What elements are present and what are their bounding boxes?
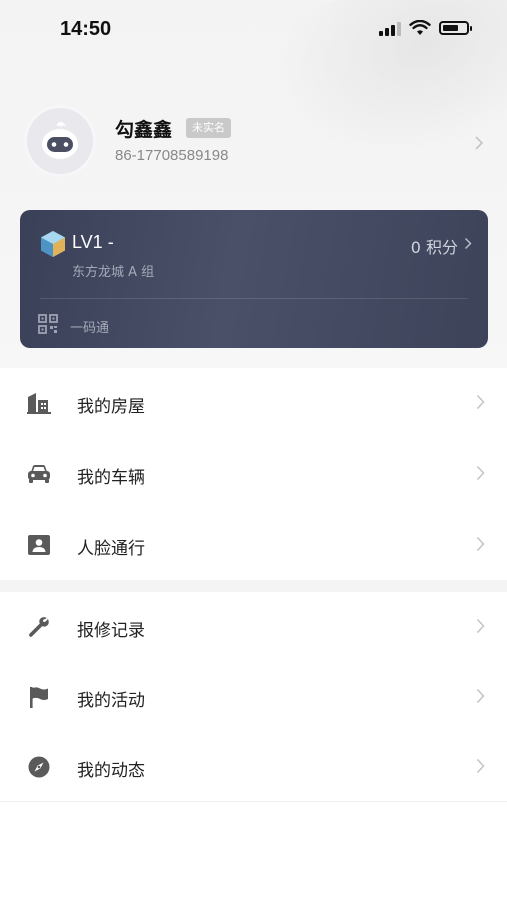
battery-icon: [439, 21, 472, 35]
chevron-right-icon: [476, 536, 485, 552]
chevron-right-icon: [476, 688, 485, 704]
status-bar: 14:50: [0, 0, 507, 60]
face-id-icon: [26, 533, 52, 557]
avatar[interactable]: [24, 105, 96, 177]
chevron-right-icon: [476, 394, 485, 410]
verification-badge: 未实名: [186, 118, 231, 138]
car-icon: [26, 462, 52, 486]
menu-label: 我的活动: [77, 691, 145, 711]
chevron-right-icon[interactable]: [474, 135, 484, 151]
menu-item-my-activities[interactable]: 我的活动: [0, 662, 507, 732]
menu-item-face-access[interactable]: 人脸通行: [0, 510, 507, 580]
menu-item-my-house[interactable]: 我的房屋: [0, 368, 507, 438]
flag-icon: [26, 685, 52, 709]
chevron-right-icon[interactable]: [464, 237, 472, 250]
menu-label: 报修记录: [77, 621, 145, 641]
robot-avatar-icon: [42, 121, 78, 159]
points-link[interactable]: 0 积分: [411, 234, 458, 258]
menu-group-services: 报修记录 我的活动 我的动态: [0, 592, 507, 802]
status-time: 14:50: [60, 18, 112, 40]
card-divider: [40, 298, 468, 299]
wrench-icon: [26, 615, 52, 639]
menu-item-repair-records[interactable]: 报修记录: [0, 592, 507, 662]
cellular-signal-icon: [379, 20, 401, 36]
member-level: LV1 -: [72, 232, 114, 252]
building-icon: [26, 391, 52, 415]
battery-level: [443, 25, 458, 31]
menu-item-my-posts[interactable]: 我的动态: [0, 732, 507, 802]
wifi-icon: [409, 20, 431, 35]
menu-item-my-vehicle[interactable]: 我的车辆: [0, 439, 507, 509]
menu-label: 我的车辆: [77, 468, 145, 488]
chevron-right-icon: [476, 758, 485, 774]
compass-icon: [26, 755, 52, 779]
level-cube-icon: [41, 231, 65, 257]
menu-label: 我的房屋: [77, 397, 145, 417]
phone-number: 86-17708589198: [115, 147, 229, 164]
qr-code-icon[interactable]: [38, 314, 58, 334]
community-name: 东方龙城 A 组: [72, 265, 155, 280]
user-profile[interactable]: 勾鑫鑫 未实名 86-17708589198: [24, 105, 494, 185]
menu-label: 人脸通行: [77, 539, 145, 559]
menu-group-property: 我的房屋 我的车辆 人脸通行: [0, 368, 507, 580]
section-divider: [0, 580, 507, 592]
chevron-right-icon: [476, 465, 485, 481]
qr-pass-label[interactable]: 一码通: [70, 317, 109, 336]
user-name: 勾鑫鑫: [115, 119, 173, 141]
status-icons: [379, 20, 472, 36]
menu-label: 我的动态: [77, 761, 145, 781]
chevron-right-icon: [476, 618, 485, 634]
